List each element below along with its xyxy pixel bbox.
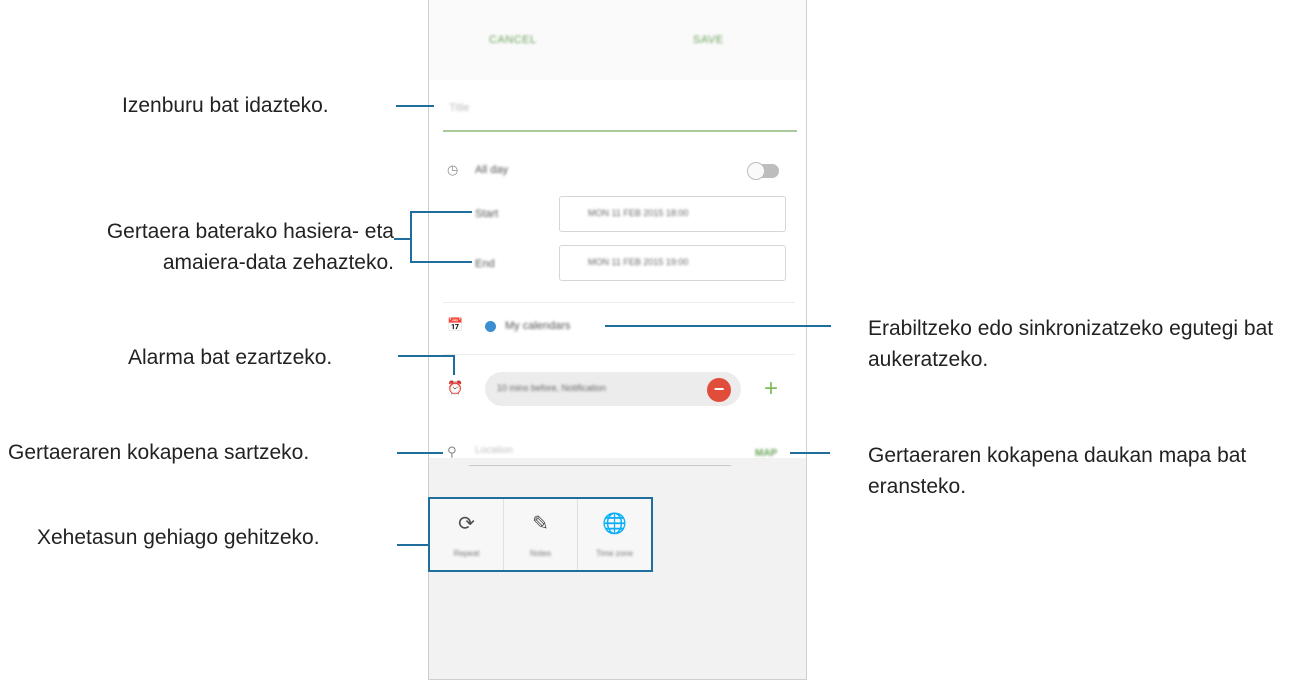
remove-reminder-button[interactable]: − [707,378,731,402]
callout-line-calendar [605,325,831,327]
divider [443,354,795,355]
location-placeholder: Location [475,445,513,456]
caption-dates: Gertaera baterako hasiera- eta amaiera-d… [106,220,394,274]
end-date-value: MON 11 FEB 2015 19:00 [588,257,689,267]
event-form: Title ◷ All day Start MON 11 FEB 2015 18… [429,80,806,466]
callout-line-dates-bracket [410,211,412,263]
repeat-label: Repeat [453,549,480,558]
callout-line-alarm [398,355,455,357]
title-input[interactable]: Title [443,96,797,132]
caption-location: Gertaeraren kokapena sartzeko. [8,441,310,464]
phone-screen: CANCEL SAVE Title ◷ All day Start MON 11… [428,0,807,680]
time-zone-button[interactable]: 🌐 Time zone [578,499,651,570]
reminder-chip[interactable]: 10 mins before, Notification [485,372,741,406]
map-button[interactable]: MAP [755,448,777,459]
callout-line-map [790,452,830,454]
end-date-field[interactable]: MON 11 FEB 2015 19:00 [559,245,786,281]
time-zone-icon: 🌐 [602,513,627,535]
location-pin-icon: ⚲ [447,444,457,459]
caption-title: Izenburu bat idazteko. [122,94,329,117]
title-placeholder: Title [449,102,470,114]
caption-calendar: Erabiltzeko edo sinkronizatzeko egutegi … [868,317,1274,371]
callout-line-dates-start [410,211,472,213]
reminder-text: 10 mins before, Notification [497,383,607,393]
extra-details-box: ⟳ Repeat ✎ Notes 🌐 Time zone [428,497,653,572]
top-bar: CANCEL SAVE [429,0,806,81]
time-zone-label: Time zone [595,549,634,558]
callout-line-alarm-down [453,355,455,375]
start-label: Start [475,208,499,220]
notes-button[interactable]: ✎ Notes [504,499,578,570]
caption-alarm: Alarma bat ezartzeko. [128,346,333,369]
save-button[interactable]: SAVE [693,34,724,46]
cancel-button[interactable]: CANCEL [489,34,537,46]
alarm-icon: ⏰ [447,380,464,395]
notes-icon: ✎ [532,513,549,535]
start-date-field[interactable]: MON 11 FEB 2015 18:00 [559,196,786,232]
repeat-button[interactable]: ⟳ Repeat [430,499,504,570]
clock-icon: ◷ [447,162,459,177]
callout-line-dates-end [410,261,472,263]
all-day-label: All day [475,164,509,176]
caption-details: Xehetasun gehiago gehitzeko. [37,526,320,549]
divider [443,302,795,303]
end-label: End [475,258,495,270]
add-reminder-button[interactable]: + [764,372,778,406]
calendar-name[interactable]: My calendars [505,320,570,332]
all-day-toggle[interactable] [747,162,779,180]
repeat-icon: ⟳ [458,513,475,535]
callout-line-title [396,105,434,107]
caption-map: Gertaeraren kokapena daukan mapa bat era… [868,444,1247,498]
location-input[interactable]: Location [469,435,731,466]
calendar-icon: 📅 [447,317,464,332]
notes-label: Notes [530,549,551,558]
callout-line-location [397,452,443,454]
calendar-color-dot [485,321,496,332]
start-date-value: MON 11 FEB 2015 18:00 [588,208,689,218]
callout-line-details [397,544,429,546]
